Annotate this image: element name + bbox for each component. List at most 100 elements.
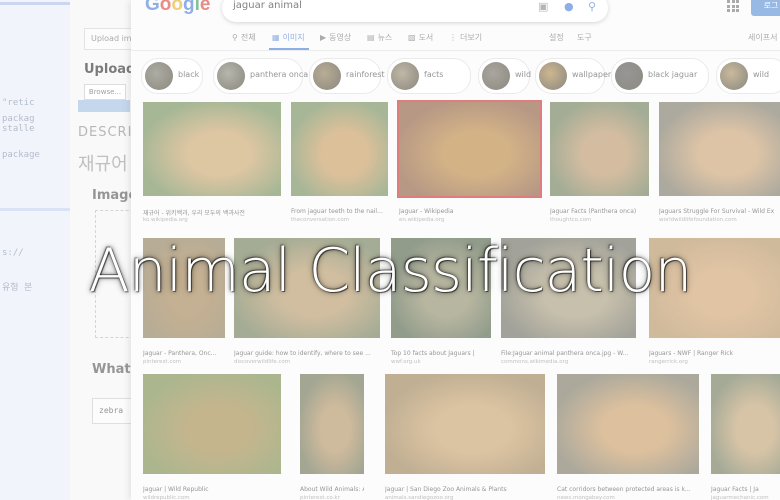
tab-videos[interactable]: ▶ 동영상 <box>320 32 351 43</box>
image-result[interactable]: Jaguars Struggle For Survival - Wild Ex w… <box>659 102 780 223</box>
code-line: stalle <box>2 124 35 134</box>
selection-highlight <box>0 208 70 211</box>
result-title[interactable]: About Wild Animals: A... <box>300 486 364 493</box>
result-title[interactable]: 재규어 - 위키백과, 우리 모두의 백과사전 <box>143 208 281 217</box>
result-source: ko.wikipedia.org <box>143 217 188 223</box>
related-chip[interactable]: rainforest <box>309 58 385 94</box>
video-icon: ▶ <box>320 33 327 42</box>
image-result[interactable]: Jaguar - Wikipedia en.wikipedia.org <box>397 100 542 223</box>
chip-label: wild <box>515 70 532 79</box>
safesearch-link[interactable]: 세이프서 <box>748 32 777 43</box>
logo-letter: G <box>145 0 160 15</box>
logo-letter: g <box>183 0 195 15</box>
result-source: pinterest.com <box>143 359 182 365</box>
logo-letter: e <box>199 0 211 15</box>
jaguar-thumbnail[interactable] <box>291 102 388 196</box>
chip-thumbnail <box>539 62 567 90</box>
result-title[interactable]: Jaguar Facts | Ja <box>711 486 780 493</box>
result-title[interactable]: Jaguar | Wild Republic <box>143 486 281 493</box>
code-line: "retic <box>2 98 35 108</box>
login-button[interactable]: 로그 <box>751 0 780 16</box>
chip-label: black <box>178 70 200 79</box>
chip-thumbnail <box>391 62 419 90</box>
result-title[interactable]: Top 10 facts about Jaguars | <box>391 350 491 357</box>
jaguar-thumbnail[interactable] <box>300 374 364 474</box>
code-line: packag <box>2 114 35 124</box>
google-logo[interactable]: Google <box>145 0 210 16</box>
search-input[interactable]: jaguar animal <box>233 0 302 11</box>
related-chip[interactable]: panthera onca <box>213 58 308 94</box>
result-title[interactable]: Jaguar - Panthera, Onc... <box>143 350 225 357</box>
jaguar-thumbnail[interactable] <box>557 374 699 474</box>
chip-thumbnail <box>615 62 643 90</box>
apps-grid-icon[interactable] <box>727 0 739 12</box>
result-title[interactable]: From jaguar teeth to the nail... <box>291 208 388 215</box>
book-icon: ▧ <box>408 33 416 42</box>
chip-thumbnail <box>313 62 341 90</box>
result-source: wwf.org.uk <box>391 359 421 365</box>
browse-button[interactable]: Browse... <box>84 84 126 100</box>
more-icon: ⋮ <box>449 33 457 42</box>
upload-progress-bar <box>78 100 130 112</box>
jaguar-thumbnail[interactable] <box>659 102 780 196</box>
related-chip[interactable]: wild <box>478 58 532 94</box>
result-source: wildrepublic.com <box>143 495 190 500</box>
image-result[interactable]: Cat corridors between protected areas is… <box>557 374 699 500</box>
result-source: theconversation.com <box>291 217 350 223</box>
chip-label: wallpaper <box>572 70 612 79</box>
image-result[interactable]: Jaguar | Wild Republic wildrepublic.com <box>143 374 281 500</box>
jaguar-thumbnail[interactable] <box>397 100 542 198</box>
search-header: Google jaguar animal ▣ ● ⚲ 로그 <box>131 0 780 22</box>
tools-link[interactable]: 도구 <box>577 32 592 43</box>
chip-label: facts <box>424 70 444 79</box>
image-result[interactable]: From jaguar teeth to the nail... theconve… <box>291 102 388 223</box>
search-icon: ⚲ <box>232 33 238 42</box>
result-source: animals.sandiegozoo.org <box>385 495 454 500</box>
image-result[interactable]: About Wild Animals: A... pinterest.co.kr <box>300 374 364 500</box>
jaguar-thumbnail[interactable] <box>550 102 649 196</box>
tab-images[interactable]: ▦ 이미지 <box>272 32 305 43</box>
result-title[interactable]: Jaguars Struggle For Survival - Wild Ex <box>659 208 780 215</box>
related-chip[interactable]: black <box>141 58 203 94</box>
overlay-title: Animal Classification <box>88 236 693 306</box>
chip-label: rainforest <box>346 70 385 79</box>
result-title[interactable]: Cat corridors between protected areas is… <box>557 486 699 493</box>
image-result[interactable]: Jaguar Facts (Panthera onca) thoughtco.co… <box>550 102 649 223</box>
result-title[interactable]: Jaguar | San Diego Zoo Animals & Plants <box>385 486 545 493</box>
image-result[interactable]: Jaguar | San Diego Zoo Animals & Plants a… <box>385 374 545 500</box>
image-result[interactable]: Jaguar Facts | Ja jaguarmechanic.com <box>711 374 780 500</box>
search-icon[interactable]: ⚲ <box>588 0 596 13</box>
settings-link[interactable]: 설정 <box>549 32 564 43</box>
result-title[interactable]: Jaguar - Wikipedia <box>399 208 540 215</box>
tab-books[interactable]: ▧ 도서 <box>408 32 433 43</box>
result-source: thoughtco.com <box>550 217 592 223</box>
tab-more[interactable]: ⋮ 더보기 <box>449 32 482 43</box>
jaguar-thumbnail[interactable] <box>143 102 281 196</box>
jaguar-thumbnail[interactable] <box>711 374 780 474</box>
result-title[interactable]: Jaguar guide: how to identify, where to … <box>234 350 380 357</box>
jaguar-thumbnail[interactable] <box>385 374 545 474</box>
result-title[interactable]: File:Jaguar animal panthera onca.jpg - W… <box>501 350 636 357</box>
related-chip[interactable]: black jaguar <box>611 58 709 94</box>
tab-news[interactable]: ▤ 뉴스 <box>367 32 392 43</box>
chip-thumbnail <box>217 62 245 90</box>
related-chip[interactable]: wild <box>716 58 780 94</box>
related-chips: black panthera onca rainforest facts wild wal… <box>141 58 780 94</box>
chip-label: black jaguar <box>648 70 698 79</box>
result-title[interactable]: Jaguar Facts (Panthera onca) <box>550 208 649 215</box>
mic-icon[interactable]: ● <box>564 0 574 13</box>
related-chip[interactable]: facts <box>387 58 471 94</box>
image-result[interactable]: 재규어 - 위키백과, 우리 모두의 백과사전 ko.wikipedia.org <box>143 102 281 223</box>
jaguar-thumbnail[interactable] <box>143 374 281 474</box>
search-box[interactable]: jaguar animal ▣ ● ⚲ <box>222 0 608 22</box>
result-title[interactable]: Jaguars - NWF | Ranger Rick <box>649 350 780 357</box>
camera-icon[interactable]: ▣ <box>538 0 548 13</box>
result-source: pinterest.co.kr <box>300 495 340 500</box>
result-source: jaguarmechanic.com <box>711 495 769 500</box>
related-chip[interactable]: wallpaper <box>535 58 611 94</box>
selection-highlight <box>0 2 70 5</box>
search-tabs: ⚲ 전체 ▦ 이미지 ▶ 동영상 ▤ 뉴스 ▧ 도서 ⋮ 더보기 설정 도구 세이프서 <box>131 28 780 50</box>
tab-all[interactable]: ⚲ 전체 <box>232 32 256 43</box>
logo-letter: o <box>159 0 172 15</box>
korean-label: 재규어 <box>78 154 128 175</box>
